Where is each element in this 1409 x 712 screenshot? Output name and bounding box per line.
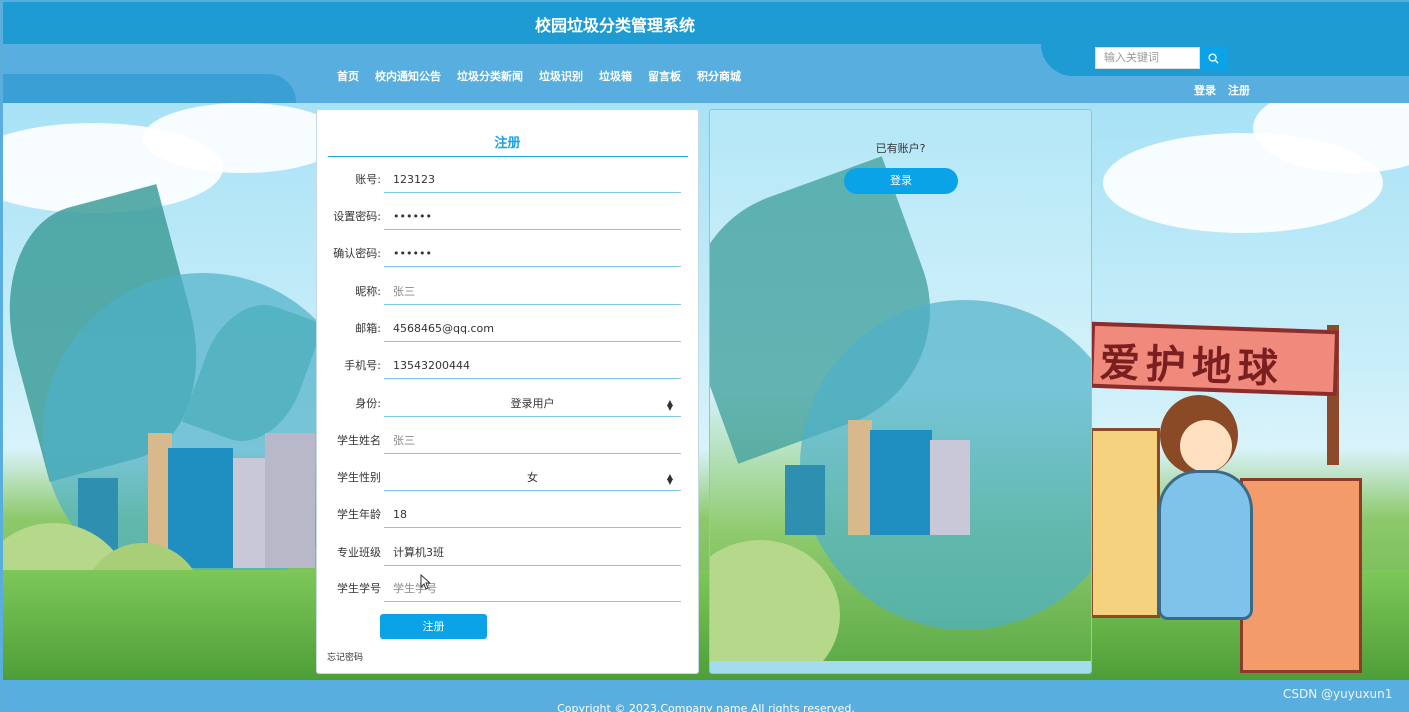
account-input[interactable]: 123123 — [384, 169, 681, 193]
register-panel: 注册 账号: 123123 设置密码: •••••• 确认密码: •••••• … — [316, 109, 699, 674]
building — [848, 420, 872, 535]
panel-bottom-bar — [710, 661, 1091, 673]
student-age-label: 学生年龄 — [337, 508, 381, 521]
confirm-password-input[interactable]: •••••• — [384, 243, 681, 267]
form-row-student-age: 学生年龄 18 — [317, 504, 700, 534]
register-button[interactable]: 注册 — [380, 614, 487, 639]
form-row-confirm-password: 确认密码: •••••• — [317, 243, 700, 273]
form-row-student-gender: 学生性别 女 ▲ ▼ — [317, 467, 700, 497]
login-button[interactable]: 登录 — [844, 168, 958, 194]
student-name-input[interactable]: 张三 — [384, 430, 681, 454]
title-bar: 校园垃圾分类管理系统 — [3, 2, 1409, 44]
form-row-identity: 身份: 登录用户 ▲ ▼ — [317, 393, 700, 423]
footer: Copyright © 2023.Company name All rights… — [3, 680, 1409, 712]
student-gender-select[interactable]: 女 ▲ ▼ — [384, 467, 681, 491]
building — [930, 440, 970, 535]
select-arrow-icon: ▲ ▼ — [666, 472, 673, 486]
student-id-label: 学生学号 — [337, 582, 381, 595]
search-icon — [1208, 52, 1219, 64]
form-row-email: 邮箱: 4568465@qq.com — [317, 318, 700, 348]
email-input[interactable]: 4568465@qq.com — [384, 318, 681, 342]
select-arrow-icon: ▲ ▼ — [666, 398, 673, 412]
password-input[interactable]: •••••• — [384, 206, 681, 230]
auth-links: 登录 注册 — [1194, 82, 1250, 98]
login-prompt-panel: 已有账户? 登录 — [709, 109, 1092, 674]
banner: 爱护地球 — [1088, 321, 1340, 397]
bush — [710, 540, 840, 673]
search-input[interactable]: 输入关键词 — [1095, 47, 1200, 69]
building — [785, 465, 825, 535]
nav-message-board[interactable]: 留言板 — [648, 68, 681, 84]
trash-bin — [1240, 478, 1362, 673]
cloud — [143, 103, 343, 173]
main-nav: 首页 校内通知公告 垃圾分类新闻 垃圾识别 垃圾箱 留言板 积分商城 — [337, 68, 741, 84]
nav-recognition[interactable]: 垃圾识别 — [539, 68, 583, 84]
nav-bins[interactable]: 垃圾箱 — [599, 68, 632, 84]
nav-notice[interactable]: 校内通知公告 — [375, 68, 441, 84]
email-label: 邮箱: — [355, 322, 381, 335]
form-row-nickname: 昵称: 张三 — [317, 281, 700, 311]
panel-background — [710, 110, 1091, 673]
form-row-account: 账号: 123123 — [317, 169, 700, 199]
confirm-password-label: 确认密码: — [333, 247, 381, 260]
register-title: 注册 — [494, 136, 521, 151]
phone-label: 手机号: — [344, 359, 381, 372]
nickname-input[interactable]: 张三 — [384, 281, 681, 305]
girl-body — [1158, 470, 1253, 620]
copyright: Copyright © 2023.Company name All rights… — [557, 702, 855, 712]
nav-wave-left — [3, 74, 296, 104]
major-class-input[interactable]: 计算机3班 — [384, 542, 681, 566]
building — [265, 433, 315, 568]
watermark: CSDN @yuyuxun1 — [1283, 687, 1393, 701]
form-row-phone: 手机号: 13543200444 — [317, 355, 700, 385]
mouse-cursor-icon — [420, 574, 430, 590]
register-link[interactable]: 注册 — [1228, 82, 1250, 98]
have-account-text: 已有账户? — [875, 142, 926, 155]
trash-bin — [1090, 428, 1160, 618]
nav-news[interactable]: 垃圾分类新闻 — [457, 68, 523, 84]
form-row-password: 设置密码: •••••• — [317, 206, 700, 236]
nickname-label: 昵称: — [355, 285, 381, 298]
girl-face — [1180, 420, 1232, 472]
student-name-label: 学生姓名 — [337, 434, 381, 447]
form-row-major-class: 专业班级 计算机3班 — [317, 542, 700, 572]
password-label: 设置密码: — [333, 210, 381, 223]
site-title: 校园垃圾分类管理系统 — [535, 16, 696, 35]
identity-select[interactable]: 登录用户 ▲ ▼ — [384, 393, 681, 417]
forgot-password-link[interactable]: 忘记密码 — [327, 650, 363, 663]
form-row-student-id: 学生学号 学生学号 — [317, 578, 700, 608]
nav-home[interactable]: 首页 — [337, 68, 359, 84]
login-link[interactable]: 登录 — [1194, 82, 1216, 98]
major-class-label: 专业班级 — [337, 546, 381, 559]
account-label: 账号: — [355, 173, 381, 186]
student-gender-value: 女 — [527, 471, 538, 484]
nav-points-mall[interactable]: 积分商城 — [697, 68, 741, 84]
phone-input[interactable]: 13543200444 — [384, 355, 681, 379]
identity-label: 身份: — [355, 397, 381, 410]
building — [168, 448, 233, 568]
student-gender-label: 学生性别 — [337, 471, 381, 484]
banner-text: 爱护地球 — [1098, 339, 1285, 393]
search-button[interactable] — [1200, 47, 1227, 69]
building — [870, 430, 932, 535]
identity-value: 登录用户 — [510, 397, 555, 410]
form-row-student-name: 学生姓名 张三 — [317, 430, 700, 460]
divider — [328, 156, 688, 157]
student-age-input[interactable]: 18 — [384, 504, 681, 528]
